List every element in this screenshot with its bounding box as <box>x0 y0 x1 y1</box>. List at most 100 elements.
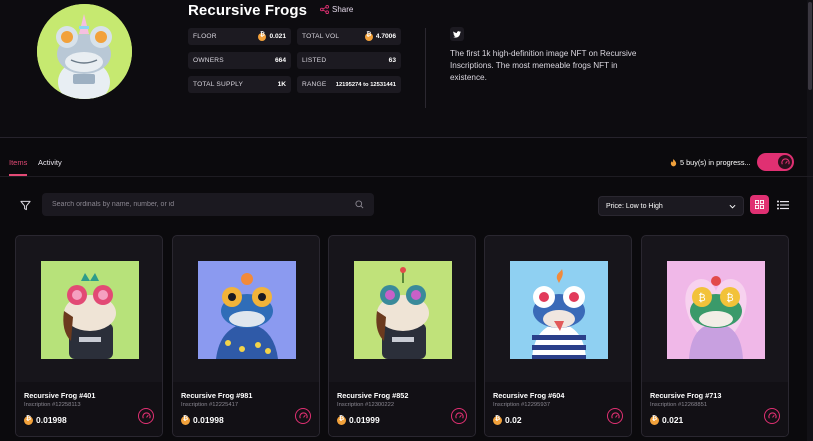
nft-price: 0.02 <box>493 415 522 425</box>
search-input[interactable] <box>52 201 355 208</box>
svg-text:₿: ₿ <box>726 292 733 304</box>
gauge-icon <box>298 411 308 419</box>
bitcoin-icon <box>181 415 190 425</box>
gauge-icon <box>767 411 777 419</box>
svg-text:₿: ₿ <box>698 292 705 304</box>
share-icon <box>320 5 329 14</box>
bitcoin-icon <box>337 415 346 425</box>
collection-description: The first 1k high-definition image NFT o… <box>450 49 637 82</box>
header-divider <box>425 28 426 108</box>
stat-range: RANGE 12195274 to 12531441 <box>297 76 401 93</box>
stat-owners-label: OWNERS <box>193 57 224 64</box>
filter-icon <box>19 200 31 210</box>
gauge-icon <box>454 411 464 419</box>
bitcoin-icon <box>650 415 659 425</box>
nft-image <box>354 261 452 359</box>
nft-price-value: 0.01999 <box>349 415 380 425</box>
list-icon <box>777 200 789 210</box>
flame-icon <box>670 158 677 166</box>
nft-price-value: 0.01998 <box>36 415 67 425</box>
buy-button[interactable] <box>138 408 154 424</box>
sort-select[interactable]: Price: Low to High <box>598 196 744 216</box>
stat-floor-value: 0.021 <box>269 33 286 40</box>
share-button[interactable]: Share <box>320 5 353 14</box>
buy-button[interactable] <box>607 408 623 424</box>
bitcoin-icon <box>493 415 502 425</box>
bitcoin-icon <box>364 32 373 41</box>
gauge-icon <box>141 411 151 419</box>
grid-icon <box>755 200 764 209</box>
stat-total-supply-label: TOTAL SUPPLY <box>193 81 244 88</box>
tab-active-underline <box>9 174 27 176</box>
nft-image: ₿ ₿ <box>667 261 765 359</box>
stat-listed-label: LISTED <box>302 57 327 64</box>
buy-progress-text: 5 buy(s) in progress... <box>680 158 751 167</box>
nft-name: Recursive Frog #981 <box>181 391 253 400</box>
nft-inscription: Inscription #12268851 <box>650 402 708 408</box>
twitter-link[interactable] <box>450 27 464 41</box>
nft-image <box>198 261 296 359</box>
progress-toggle[interactable] <box>757 153 794 171</box>
stat-total-supply-value: 1K <box>277 81 286 88</box>
buy-button[interactable] <box>295 408 311 424</box>
stat-listed-value: 63 <box>388 57 396 64</box>
buy-progress-indicator: 5 buy(s) in progress... <box>670 158 751 167</box>
collection-avatar <box>37 4 132 99</box>
twitter-icon <box>453 30 461 38</box>
stat-owners: OWNERS 664 <box>188 52 291 69</box>
toggle-knob <box>778 155 792 169</box>
nft-price-value: 0.01998 <box>193 415 224 425</box>
stat-floor-label: FLOOR <box>193 33 217 40</box>
nft-name: Recursive Frog #852 <box>337 391 409 400</box>
bitcoin-icon <box>24 415 33 425</box>
stat-total-vol: TOTAL VOL 4.7006 <box>297 28 401 45</box>
stat-total-vol-label: TOTAL VOL <box>302 33 340 40</box>
nft-name: Recursive Frog #401 <box>24 391 96 400</box>
tab-activity[interactable]: Activity <box>38 158 62 167</box>
nft-card[interactable]: ₿ ₿ Recursive Frog #713 Inscription #122… <box>641 235 789 437</box>
stat-total-vol-value: 4.7006 <box>375 33 396 40</box>
nft-price: 0.01998 <box>24 415 67 425</box>
tab-items[interactable]: Items <box>9 158 27 167</box>
grid-view-button[interactable] <box>750 195 769 214</box>
buy-button[interactable] <box>764 408 780 424</box>
nft-card[interactable]: Recursive Frog #981 Inscription #1222541… <box>172 235 320 437</box>
nft-inscription: Inscription #12300222 <box>337 402 395 408</box>
nft-price: 0.01999 <box>337 415 380 425</box>
nft-image <box>41 261 139 359</box>
page-scrollbar[interactable] <box>807 0 813 441</box>
buy-button[interactable] <box>451 408 467 424</box>
nft-price-value: 0.02 <box>505 415 522 425</box>
nft-card[interactable]: Recursive Frog #604 Inscription #1229593… <box>484 235 632 437</box>
nft-price: 0.01998 <box>181 415 224 425</box>
nft-inscription: Inscription #12225417 <box>181 402 239 408</box>
stat-owners-value: 664 <box>274 57 286 64</box>
stat-total-supply: TOTAL SUPPLY 1K <box>188 76 291 93</box>
share-label: Share <box>332 5 354 14</box>
chevron-down-icon <box>729 204 736 208</box>
stat-range-value: 12195274 to 12531441 <box>335 81 396 88</box>
collection-header: Recursive Frogs Share FLOOR 0.021 TOTAL … <box>0 0 813 138</box>
filter-button[interactable] <box>14 194 36 216</box>
nft-inscription: Inscription #12295937 <box>493 402 551 408</box>
stat-range-label: RANGE <box>302 81 327 88</box>
nft-name: Recursive Frog #604 <box>493 391 565 400</box>
stat-listed: LISTED 63 <box>297 52 401 69</box>
sort-selected-value: Price: Low to High <box>606 202 663 210</box>
bitcoin-icon <box>258 32 267 41</box>
search-bar <box>42 193 374 216</box>
nft-image <box>510 261 608 359</box>
collection-title: Recursive Frogs <box>188 2 308 19</box>
gauge-icon <box>780 157 790 165</box>
scrollbar-thumb[interactable] <box>808 2 812 90</box>
list-view-button[interactable] <box>774 196 792 214</box>
nft-inscription: Inscription #12258113 <box>24 402 81 408</box>
search-icon[interactable] <box>355 200 364 209</box>
stat-floor: FLOOR 0.021 <box>188 28 291 45</box>
nft-price: 0.021 <box>650 415 683 425</box>
nft-name: Recursive Frog #713 <box>650 391 722 400</box>
nft-card[interactable]: Recursive Frog #852 Inscription #1230022… <box>328 235 476 437</box>
nft-card[interactable]: Recursive Frog #401 Inscription #1225811… <box>15 235 163 437</box>
nft-price-value: 0.021 <box>662 415 684 425</box>
gauge-icon <box>610 411 620 419</box>
